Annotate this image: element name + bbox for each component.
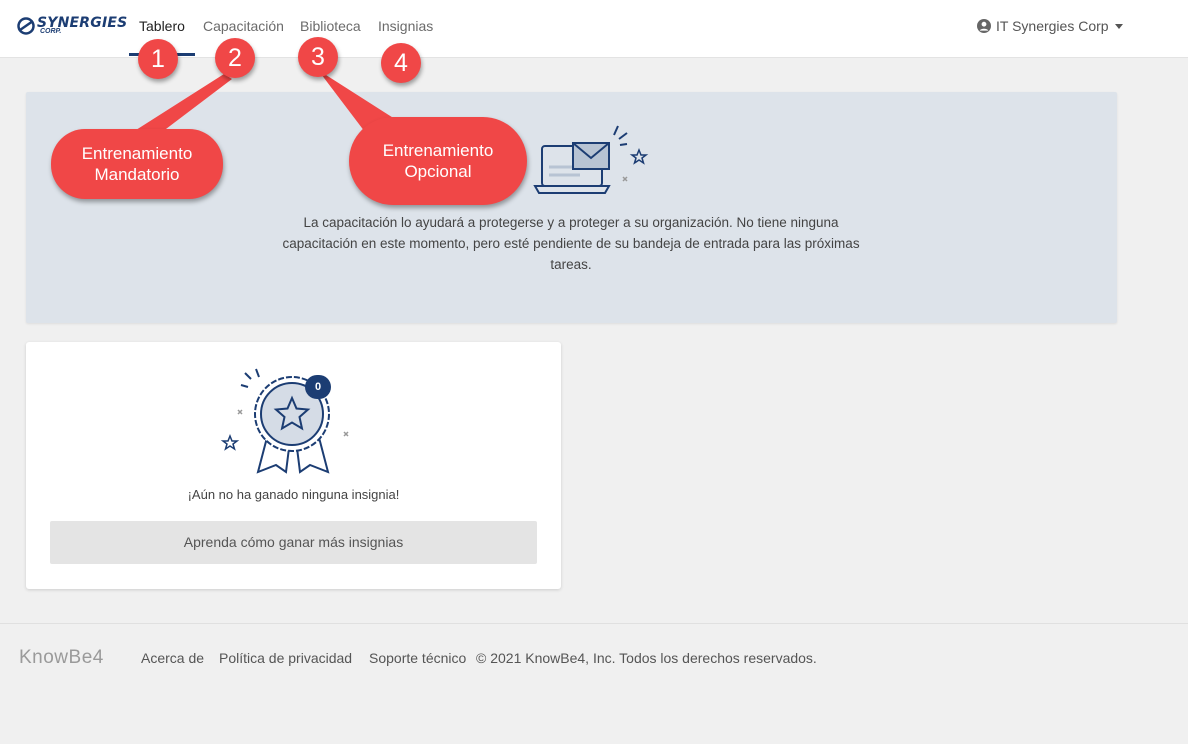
no-badges-message: ¡Aún no ha ganado ninguna insignia! [187,487,400,502]
footer-link-about[interactable]: Acerca de [141,650,204,666]
callout-mandatory-training: Entrenamiento Mandatorio [51,129,223,199]
nav-capacitacion[interactable]: Capacitación [203,18,284,34]
knowbe4-logo: KnowBe4 [19,647,104,668]
callout-mandatory-line2: Mandatorio [94,165,180,184]
synergies-logo[interactable]: SYNERGIES CORP. [17,15,127,41]
chevron-down-icon [1114,23,1123,29]
nav-tablero[interactable]: Tablero [139,18,185,34]
callout-optional-training: Entrenamiento Opcional [349,117,527,205]
footer-link-privacy[interactable]: Política de privacidad [219,650,352,666]
learn-badges-button[interactable]: Aprenda cómo ganar más insignias [50,521,537,564]
annotation-marker-2: 2 [215,38,255,78]
annotation-marker-4: 4 [381,43,421,83]
copyright-text: © 2021 KnowBe4, Inc. Todos los derechos … [476,650,817,666]
top-navbar: SYNERGIES CORP. Tablero Capacitación Bib… [0,0,1188,58]
footer-divider [0,623,1188,624]
callout-mandatory-line1: Entrenamiento [81,144,193,163]
user-menu[interactable]: IT Synergies Corp [977,18,1123,34]
nav-insignias[interactable]: Insignias [378,18,433,34]
nav-biblioteca[interactable]: Biblioteca [300,18,361,34]
logo-subtext: CORP. [40,28,62,35]
badges-card: 0 ¡Aún no ha ganado ninguna insignia! Ap… [26,342,561,589]
footer-link-support[interactable]: Soporte técnico [369,650,466,666]
logo-icon [17,17,35,35]
training-empty-message: La capacitación lo ayudará a protegerse … [282,215,860,272]
user-circle-icon [977,19,991,33]
laptop-mail-illustration [533,125,649,194]
annotation-marker-1: 1 [138,39,178,79]
callout-optional-line2: Opcional [404,162,472,181]
badge-ribbon-illustration [220,368,349,474]
callout-optional-line1: Entrenamiento [382,141,494,160]
training-panel: La capacitación lo ayudará a protegerse … [26,92,1117,323]
annotation-marker-3: 3 [298,37,338,77]
user-menu-label: IT Synergies Corp [996,18,1109,34]
badge-count: 0 [305,375,331,399]
